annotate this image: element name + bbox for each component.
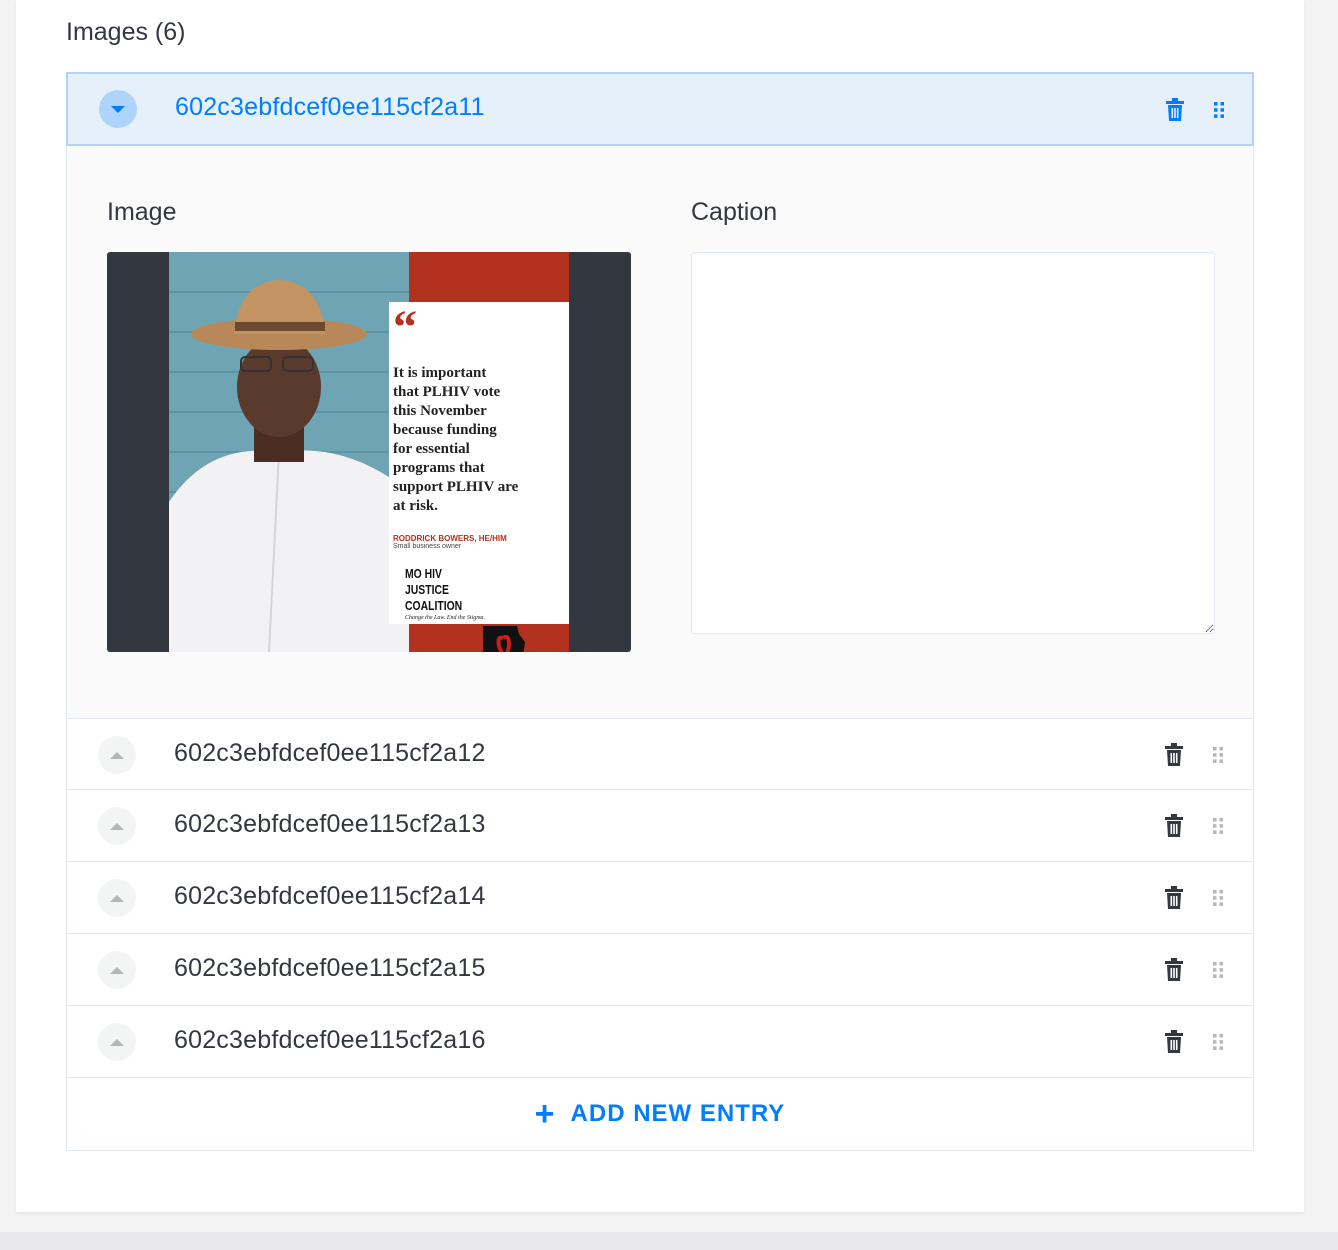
poster-text-block: “ It is important that PLHIV vote this N… — [393, 301, 563, 652]
collapse-toggle[interactable] — [99, 90, 137, 128]
entry-row-1[interactable]: 602c3ebfdcef0ee115cf2a11 — [66, 72, 1254, 146]
expand-toggle[interactable] — [98, 879, 136, 917]
drag-handle-icon[interactable] — [1212, 817, 1224, 835]
trash-icon[interactable] — [1164, 958, 1184, 982]
drag-handle-icon[interactable] — [1212, 889, 1224, 907]
entry-panel: Image Caption “ It is important that PLH… — [66, 146, 1254, 718]
poster-author-role: Small business owner — [393, 543, 462, 550]
entry-row-4[interactable]: 602c3ebfdcef0ee115cf2a14 — [66, 862, 1254, 934]
section-title: Images (6) — [66, 18, 186, 46]
entry-id[interactable]: 602c3ebfdcef0ee115cf2a16 — [174, 1026, 486, 1055]
expand-toggle[interactable] — [98, 736, 136, 774]
add-new-entry-button[interactable]: + ADD NEW ENTRY — [66, 1078, 1254, 1151]
entry-row-6[interactable]: 602c3ebfdcef0ee115cf2a16 — [66, 1006, 1254, 1078]
quote-line: at risk. — [393, 498, 438, 514]
quote-line: support PLHIV are — [393, 479, 519, 495]
logo-line: JUSTICE — [405, 582, 449, 597]
poster-quote: It is important that PLHIV vote this Nov… — [393, 364, 563, 516]
entry-row-3[interactable]: 602c3ebfdcef0ee115cf2a13 — [66, 790, 1254, 862]
caption-label: Caption — [691, 198, 778, 226]
chevron-up-icon — [110, 894, 124, 902]
entry-row-5[interactable]: 602c3ebfdcef0ee115cf2a15 — [66, 934, 1254, 1006]
image-preview[interactable]: “ It is important that PLHIV vote this N… — [107, 252, 631, 652]
trash-icon[interactable] — [1165, 98, 1185, 122]
quote-icon: “ — [393, 301, 417, 354]
add-new-entry-label: ADD NEW ENTRY — [570, 1100, 786, 1127]
drag-handle-icon[interactable] — [1212, 961, 1224, 979]
trash-icon[interactable] — [1164, 743, 1184, 767]
expand-toggle[interactable] — [98, 951, 136, 989]
logo-line: MO HIV — [405, 566, 442, 581]
caption-textarea[interactable] — [691, 252, 1215, 634]
logo-line: COALITION — [405, 598, 463, 613]
missouri-ribbon-icon — [483, 626, 525, 652]
poster-tagline: Change the Law. End the Stigma. — [405, 615, 486, 621]
trash-icon[interactable] — [1164, 814, 1184, 838]
chevron-up-icon — [110, 966, 124, 974]
quote-line: It is important — [393, 365, 487, 381]
images-card: Images (6) 602c3ebfdcef0ee115cf2a11 Imag… — [16, 0, 1304, 1212]
entry-row-2[interactable]: 602c3ebfdcef0ee115cf2a12 — [66, 718, 1254, 790]
poster-logo-text: MO HIV JUSTICE COALITION — [405, 566, 531, 614]
quote-line: programs that — [393, 460, 485, 476]
drag-handle-icon[interactable] — [1212, 746, 1224, 764]
image-label: Image — [107, 198, 177, 226]
chevron-up-icon — [110, 822, 124, 830]
chevron-up-icon — [110, 1038, 124, 1046]
plus-icon: + — [534, 1095, 555, 1133]
expand-toggle[interactable] — [98, 1023, 136, 1061]
quote-line: for essential — [393, 441, 470, 457]
chevron-down-icon — [111, 105, 125, 113]
quote-line: because funding — [393, 422, 497, 438]
entries-list: 602c3ebfdcef0ee115cf2a11 Image Caption “… — [66, 72, 1254, 1151]
entry-id[interactable]: 602c3ebfdcef0ee115cf2a11 — [175, 93, 485, 122]
entry-id[interactable]: 602c3ebfdcef0ee115cf2a14 — [174, 882, 486, 911]
poster-author: RODDRICK BOWERS, HE/HIM — [393, 534, 507, 543]
entry-id[interactable]: 602c3ebfdcef0ee115cf2a13 — [174, 810, 486, 839]
quote-line: that PLHIV vote — [393, 384, 501, 400]
page-bottom-strip — [0, 1232, 1338, 1250]
chevron-up-icon — [110, 751, 124, 759]
trash-icon[interactable] — [1164, 886, 1184, 910]
trash-icon[interactable] — [1164, 1030, 1184, 1054]
expand-toggle[interactable] — [98, 807, 136, 845]
drag-handle-icon[interactable] — [1213, 101, 1225, 119]
drag-handle-icon[interactable] — [1212, 1033, 1224, 1051]
entry-id[interactable]: 602c3ebfdcef0ee115cf2a15 — [174, 954, 486, 983]
quote-line: this November — [393, 403, 487, 419]
entry-id[interactable]: 602c3ebfdcef0ee115cf2a12 — [174, 739, 486, 768]
